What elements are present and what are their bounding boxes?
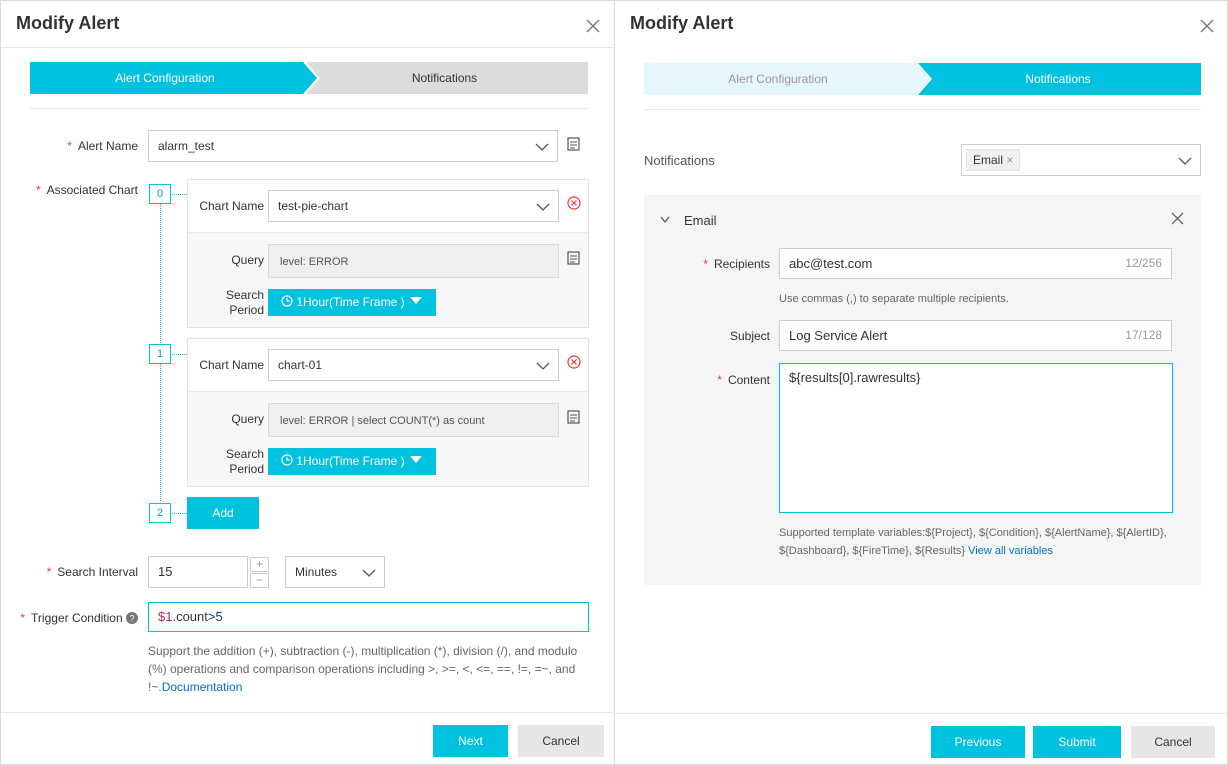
chart-name-select[interactable]: chart-01	[268, 349, 559, 381]
cancel-button[interactable]: Cancel	[518, 725, 604, 757]
caret-down-icon	[409, 297, 422, 304]
connector-dot	[172, 513, 187, 514]
documentation-link[interactable]: Documentation	[162, 680, 243, 694]
clock-icon	[281, 454, 293, 466]
interval-unit-select[interactable]: Minutes	[285, 556, 385, 588]
step-notifications: Notifications	[411, 71, 478, 85]
help-icon[interactable]: ?	[126, 612, 138, 624]
chevron-down-icon	[536, 191, 550, 221]
footer-divider	[615, 713, 1227, 714]
modify-alert-dialog-step1: Modify Alert Alert Configuration Notific…	[0, 0, 614, 765]
content-label: * Content	[717, 373, 770, 387]
query-field[interactable]: level: ERROR | select COUNT(*) as count	[268, 403, 559, 437]
template-variables-help: Supported template variables:${Project},…	[779, 527, 1167, 557]
collapse-icon[interactable]	[660, 216, 670, 224]
recipients-input[interactable]: abc@test.com 12/256	[779, 248, 1172, 279]
alert-name-label: * Alert Name	[67, 139, 138, 153]
header-divider	[1, 47, 614, 48]
chart-query-area: Query level: ERROR Search Period 1Hour(Ti…	[188, 232, 588, 327]
chevron-down-icon	[362, 557, 376, 587]
svg-text:?: ?	[129, 614, 134, 624]
chart-name-label: Chart Name	[199, 199, 264, 213]
email-tag: Email ×	[966, 149, 1021, 171]
add-chart-button[interactable]: Add	[187, 497, 259, 529]
subject-label: Subject	[729, 329, 770, 343]
submit-button[interactable]: Submit	[1033, 726, 1121, 758]
recipients-help: Use commas (,) to separate multiple reci…	[779, 293, 1009, 305]
email-section-title: Email	[684, 213, 717, 228]
search-period-label: Search Period	[225, 288, 264, 317]
content-textarea[interactable]: ${results[0].rawresults}	[779, 363, 1173, 513]
trigger-condition-input[interactable]: $1.count>5	[148, 602, 589, 632]
subject-counter: 17/128	[1125, 328, 1162, 342]
clock-icon	[281, 295, 293, 307]
connector-dot	[172, 194, 187, 195]
step-alert-configuration: Alert Configuration	[115, 71, 215, 85]
trigger-help-text: Support the addition (+), subtraction (-…	[148, 644, 578, 694]
footer-divider	[1, 712, 614, 713]
caret-down-icon	[409, 456, 422, 463]
increment-button[interactable]: +	[250, 557, 269, 572]
chart-index-badge: 0	[149, 184, 171, 204]
associated-chart-label: * Associated Chart	[35, 183, 138, 197]
chart-card-0: Chart Name test-pie-chart Query level: E…	[187, 179, 589, 328]
trigger-condition-label: * Trigger Condition ?	[11, 611, 138, 625]
decrement-button[interactable]: −	[250, 573, 269, 588]
search-period-button[interactable]: 1Hour(Time Frame )	[268, 448, 436, 475]
query-label: Query	[231, 253, 264, 267]
chevron-down-icon	[535, 131, 549, 161]
edit-icon[interactable]	[567, 137, 581, 151]
chart-index-badge: 2	[149, 503, 171, 523]
query-label: Query	[231, 412, 264, 426]
subject-input[interactable]: Log Service Alert 17/128	[779, 320, 1172, 351]
recipients-label: * Recipients	[703, 257, 770, 271]
next-button[interactable]: Next	[433, 725, 508, 757]
chevron-down-icon	[536, 350, 550, 380]
close-icon[interactable]	[1200, 13, 1214, 39]
notifications-select[interactable]: Email ×	[961, 144, 1201, 176]
search-period-button[interactable]: 1Hour(Time Frame )	[268, 289, 436, 316]
query-field[interactable]: level: ERROR	[268, 244, 559, 278]
remove-chart-icon[interactable]	[567, 355, 581, 369]
remove-chart-icon[interactable]	[567, 196, 581, 210]
dialog-title: Modify Alert	[630, 13, 734, 33]
close-icon[interactable]	[586, 13, 600, 39]
recipients-counter: 12/256	[1125, 256, 1162, 270]
tag-remove-icon[interactable]: ×	[1006, 153, 1013, 167]
cancel-button[interactable]: Cancel	[1131, 726, 1215, 758]
chart-query-area: Query level: ERROR | select COUNT(*) as …	[188, 391, 588, 486]
email-section: Email * Recipients abc@test.com 12/256 Us…	[644, 195, 1201, 585]
edit-icon[interactable]	[567, 410, 581, 424]
chart-card-1: Chart Name chart-01 Query level: ERROR |…	[187, 338, 589, 487]
dialog-title: Modify Alert	[16, 13, 120, 33]
previous-button[interactable]: Previous	[931, 726, 1025, 758]
remove-section-icon[interactable]	[1171, 212, 1184, 225]
chevron-down-icon	[1178, 145, 1192, 175]
search-interval-input[interactable]: 15	[148, 556, 248, 588]
step-notifications: Notifications	[1025, 72, 1091, 86]
step-alert-configuration: Alert Configuration	[728, 72, 828, 86]
edit-icon[interactable]	[567, 251, 581, 265]
connector-dot	[172, 354, 187, 355]
search-interval-label: * Search Interval	[46, 565, 138, 579]
steps-divider	[30, 108, 588, 109]
steps-divider	[644, 109, 1201, 110]
modify-alert-dialog-step2: Modify Alert Alert Configuration Notific…	[614, 0, 1228, 765]
view-all-variables-link[interactable]: View all variables	[968, 545, 1053, 557]
chart-index-badge: 1	[149, 344, 171, 364]
alert-name-select[interactable]: alarm_test	[148, 130, 558, 162]
notifications-label: Notifications	[644, 153, 715, 168]
chart-name-label: Chart Name	[199, 358, 264, 372]
search-period-label: Search Period	[225, 447, 264, 476]
chart-name-select[interactable]: test-pie-chart	[268, 190, 559, 222]
